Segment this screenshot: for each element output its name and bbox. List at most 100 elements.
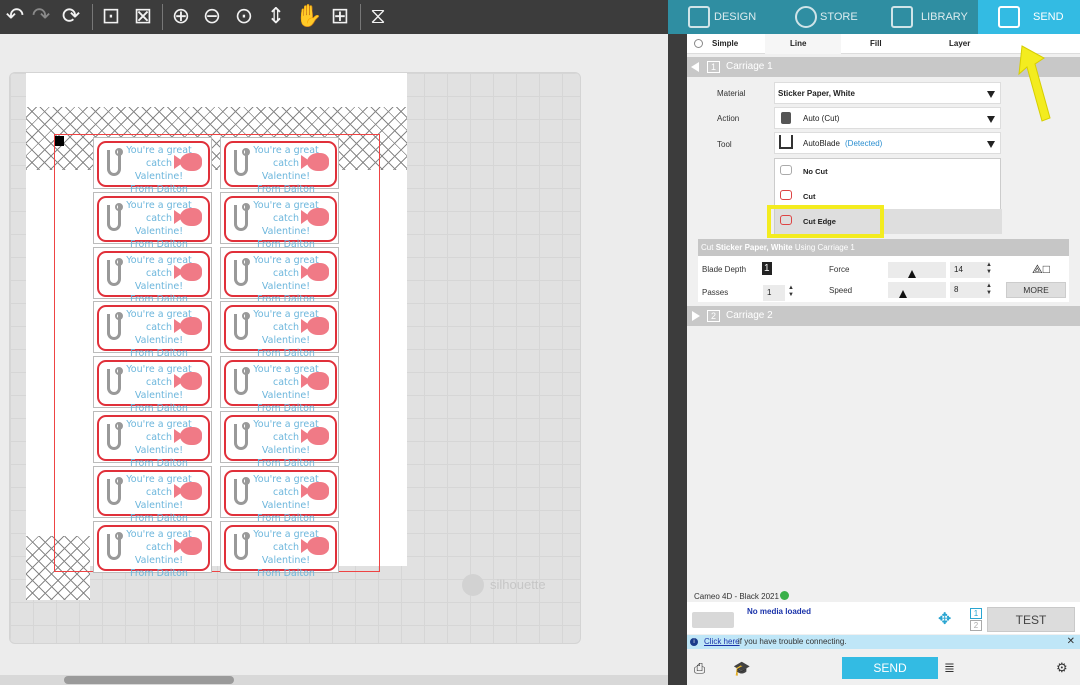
expand-icon	[692, 311, 700, 321]
move-arrows-icon[interactable]: ✥	[938, 609, 951, 628]
test-button[interactable]: TEST	[987, 607, 1075, 632]
speed-label: Speed	[829, 286, 853, 295]
speed-input[interactable]: 8	[950, 282, 990, 298]
cut-settings-header: Cut Sticker Paper, White Using Carriage …	[698, 239, 1069, 256]
store-s-icon	[795, 6, 817, 28]
toolbar-divider	[92, 4, 93, 30]
sticker[interactable]: You're a great catch Valentine! From Dalto…	[220, 246, 339, 305]
mode-simple[interactable]: Simple	[712, 34, 738, 54]
carriage-2-select[interactable]: 2	[970, 620, 982, 631]
force-input[interactable]: 14	[950, 262, 990, 278]
sticker-cut-edge: You're a great catch Valentine! From Dalto…	[97, 141, 210, 195]
tools-icon[interactable]: ⧖	[365, 4, 391, 30]
tab-library-label: LIBRARY	[921, 11, 968, 23]
send-history-icon[interactable]: ⎙	[694, 660, 705, 677]
sticker[interactable]: You're a great catch Valentine! From Dalto…	[220, 520, 339, 579]
sticker[interactable]: You're a great catch Valentine! From Dalto…	[220, 465, 339, 524]
sticker[interactable]: You're a great catch Valentine! From Dalto…	[93, 356, 212, 414]
tab-design-label: DESIGN	[714, 11, 757, 23]
sticker-cut-edge: You're a great catch Valentine! From Dalto…	[97, 415, 210, 469]
close-icon[interactable]: ✕	[1067, 635, 1075, 649]
cut-icon	[780, 190, 792, 200]
sticker-cut-edge: You're a great catch Valentine! From Dalto…	[224, 360, 337, 414]
top-navigation: DESIGN STORE LIBRARY SEND	[668, 0, 1080, 34]
blade-depth-value[interactable]: 1	[762, 262, 772, 275]
fit-to-window-icon[interactable]: ⊞	[327, 4, 353, 30]
tool-select[interactable]: AutoBlade (Detected)	[774, 132, 1001, 154]
move-page-icon[interactable]: ⇕	[263, 4, 289, 30]
tool-detected: (Detected)	[845, 139, 883, 148]
sticker-text: You're a great catch Valentine! From Dalto…	[244, 308, 328, 360]
sticker-text: You're a great catch Valentine! From Dalto…	[117, 473, 201, 525]
material-select[interactable]: Sticker Paper, White	[774, 82, 1001, 104]
tab-design[interactable]: DESIGN	[668, 0, 783, 34]
send-button[interactable]: SEND	[842, 657, 938, 679]
force-slider-thumb[interactable]	[908, 270, 916, 278]
scrollbar-thumb[interactable]	[64, 676, 234, 684]
sticker[interactable]: You're a great catch Valentine! From Dalto…	[93, 137, 212, 195]
tab-library[interactable]: LIBRARY	[883, 0, 978, 34]
chevron-down-icon	[987, 141, 995, 148]
toolbar-divider	[162, 4, 163, 30]
sticker[interactable]: You're a great catch Valentine! From Dalto…	[220, 301, 339, 359]
carriage-2-label: Carriage 2	[726, 310, 773, 321]
sticker[interactable]: You're a great catch Valentine! From Dalto…	[93, 191, 212, 250]
sticker-text: You're a great catch Valentine! From Dalto…	[117, 418, 201, 470]
pan-hand-icon[interactable]: ✋	[295, 4, 322, 30]
send-machine-icon	[998, 6, 1020, 28]
passes-input[interactable]: 1	[763, 285, 785, 301]
sticker[interactable]: You're a great catch Valentine! From Dalto…	[220, 191, 339, 250]
tab-send[interactable]: SEND	[978, 0, 1080, 34]
toolbar-divider	[360, 4, 361, 30]
sticker[interactable]: You're a great catch Valentine! From Dalto…	[220, 137, 339, 195]
blade-depth-label: Blade Depth	[702, 265, 747, 274]
more-button[interactable]: MORE	[1006, 282, 1066, 298]
mode-fill[interactable]: Fill	[842, 34, 918, 54]
sticker[interactable]: You're a great catch Valentine! From Dalto…	[93, 465, 212, 524]
sticker[interactable]: You're a great catch Valentine! From Dalto…	[220, 356, 339, 414]
action-value: Auto (Cut)	[803, 114, 840, 123]
force-slider[interactable]	[888, 262, 946, 278]
chevron-down-icon	[987, 91, 995, 98]
undo-icon[interactable]: ↶	[2, 4, 28, 30]
panel-splitter[interactable]	[668, 0, 687, 685]
redo-icon[interactable]: ↷	[28, 4, 54, 30]
help-link[interactable]: Click here	[704, 635, 740, 649]
line-style-icon[interactable]: ⟁□	[1032, 262, 1050, 277]
speed-spinner[interactable]: ▲ ▼	[986, 283, 992, 297]
sticker-text: You're a great catch Valentine! From Dalto…	[244, 199, 328, 251]
sticker-line-1: You're a great catch	[126, 254, 192, 279]
tab-store[interactable]: STORE	[783, 0, 883, 34]
sticker-line-2: Valentine!	[134, 554, 184, 566]
sticker[interactable]: You're a great catch Valentine! From Dalto…	[93, 520, 212, 579]
force-spinner[interactable]: ▲ ▼	[986, 262, 992, 276]
mode-line[interactable]: Line	[765, 34, 841, 54]
action-select[interactable]: Auto (Cut)	[774, 107, 1001, 129]
dropdown-item-no-cut[interactable]: No Cut	[775, 159, 1002, 184]
sticker-text: You're a great catch Valentine! From Dalto…	[117, 528, 201, 580]
zoom-in-icon[interactable]: ⊕	[168, 4, 194, 30]
simple-radio[interactable]	[694, 39, 703, 48]
sticker-line-2: Valentine!	[134, 335, 184, 347]
speed-slider[interactable]	[888, 282, 946, 298]
sticker[interactable]: You're a great catch Valentine! From Dalto…	[93, 301, 212, 359]
zoom-fit-icon[interactable]: ⊙	[231, 4, 257, 30]
deselect-icon[interactable]: ⊠	[130, 4, 156, 30]
sticker[interactable]: You're a great catch Valentine! From Dalto…	[220, 411, 339, 469]
carriage-2-header[interactable]: 2 Carriage 2	[687, 306, 1080, 326]
speed-slider-thumb[interactable]	[899, 290, 907, 298]
sticker[interactable]: You're a great catch Valentine! From Dalto…	[93, 411, 212, 469]
refresh-icon[interactable]: ⟳	[58, 4, 84, 30]
queue-icon[interactable]: ≣	[944, 660, 955, 676]
zoom-out-icon[interactable]: ⊖	[199, 4, 225, 30]
carriage-1-select[interactable]: 1	[970, 608, 982, 619]
sticker-text: You're a great catch Valentine! From Dalto…	[244, 473, 328, 525]
select-all-icon[interactable]: ⊡	[98, 4, 124, 30]
blade-icon	[781, 112, 791, 124]
tutorial-cap-icon[interactable]: 🎓	[733, 660, 750, 677]
gear-icon[interactable]: ⚙	[1056, 660, 1068, 676]
mode-layer[interactable]: Layer	[922, 34, 998, 54]
passes-spinner[interactable]: ▲ ▼	[788, 285, 794, 299]
sticker-line-2: Valentine!	[134, 445, 184, 456]
sticker[interactable]: You're a great catch Valentine! From Dalto…	[93, 246, 212, 305]
